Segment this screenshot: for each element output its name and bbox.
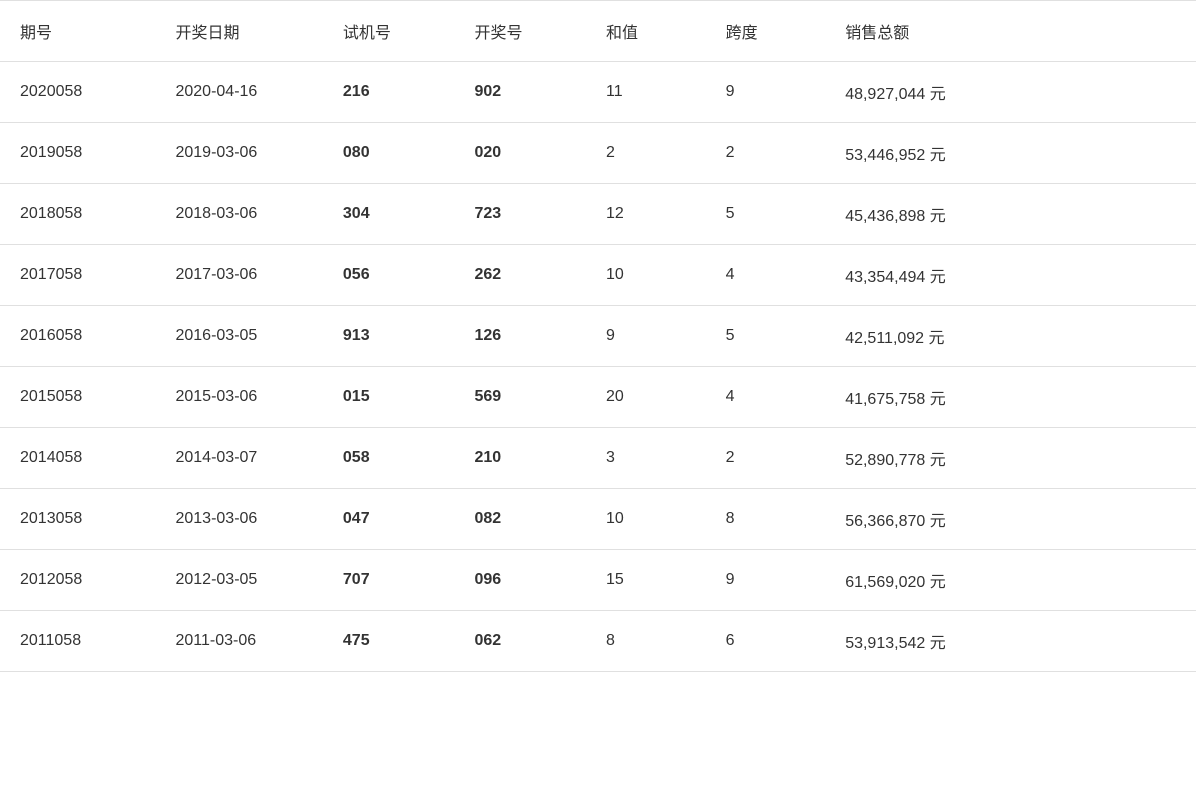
cell-kuadu: 8: [706, 489, 826, 550]
cell-hezhi: 10: [586, 245, 706, 306]
table-row: 20180582018-03-0630472312545,436,898 元: [0, 184, 1196, 245]
cell-sales: 53,446,952 元: [825, 123, 1196, 184]
cell-kaijang: 262: [454, 245, 586, 306]
cell-kuadu: 9: [706, 550, 826, 611]
cell-qihao: 2020058: [0, 62, 155, 123]
table-row: 20200582020-04-1621690211948,927,044 元: [0, 62, 1196, 123]
cell-kaijang: 126: [454, 306, 586, 367]
cell-shiji: 056: [323, 245, 455, 306]
cell-hezhi: 8: [586, 611, 706, 672]
cell-shiji: 047: [323, 489, 455, 550]
table-row: 20110582011-03-064750628653,913,542 元: [0, 611, 1196, 672]
cell-date: 2011-03-06: [155, 611, 322, 672]
cell-sales: 56,366,870 元: [825, 489, 1196, 550]
table-header-row: 期号 开奖日期 试机号 开奖号 和值 跨度 销售总额: [0, 1, 1196, 62]
header-qihao: 期号: [0, 1, 155, 62]
cell-kaijang: 020: [454, 123, 586, 184]
cell-date: 2020-04-16: [155, 62, 322, 123]
table-row: 20190582019-03-060800202253,446,952 元: [0, 123, 1196, 184]
table-row: 20140582014-03-070582103252,890,778 元: [0, 428, 1196, 489]
cell-shiji: 216: [323, 62, 455, 123]
cell-kaijang: 210: [454, 428, 586, 489]
cell-qihao: 2015058: [0, 367, 155, 428]
table-row: 20120582012-03-0570709615961,569,020 元: [0, 550, 1196, 611]
cell-kuadu: 5: [706, 306, 826, 367]
cell-hezhi: 2: [586, 123, 706, 184]
cell-sales: 52,890,778 元: [825, 428, 1196, 489]
cell-sales: 45,436,898 元: [825, 184, 1196, 245]
cell-shiji: 015: [323, 367, 455, 428]
cell-sales: 48,927,044 元: [825, 62, 1196, 123]
cell-qihao: 2012058: [0, 550, 155, 611]
cell-kaijang: 082: [454, 489, 586, 550]
cell-sales: 43,354,494 元: [825, 245, 1196, 306]
cell-sales: 61,569,020 元: [825, 550, 1196, 611]
cell-kuadu: 2: [706, 123, 826, 184]
cell-kuadu: 5: [706, 184, 826, 245]
cell-hezhi: 15: [586, 550, 706, 611]
cell-qihao: 2019058: [0, 123, 155, 184]
header-sales: 销售总额: [825, 1, 1196, 62]
cell-kaijang: 902: [454, 62, 586, 123]
cell-kaijang: 096: [454, 550, 586, 611]
cell-date: 2015-03-06: [155, 367, 322, 428]
cell-kaijang: 062: [454, 611, 586, 672]
table-row: 20150582015-03-0601556920441,675,758 元: [0, 367, 1196, 428]
cell-kaijang: 723: [454, 184, 586, 245]
cell-shiji: 080: [323, 123, 455, 184]
cell-qihao: 2011058: [0, 611, 155, 672]
cell-hezhi: 3: [586, 428, 706, 489]
cell-hezhi: 11: [586, 62, 706, 123]
cell-hezhi: 20: [586, 367, 706, 428]
header-kaijang: 开奖号: [454, 1, 586, 62]
cell-date: 2017-03-06: [155, 245, 322, 306]
cell-kuadu: 4: [706, 245, 826, 306]
cell-hezhi: 9: [586, 306, 706, 367]
cell-shiji: 058: [323, 428, 455, 489]
cell-kuadu: 9: [706, 62, 826, 123]
cell-date: 2014-03-07: [155, 428, 322, 489]
cell-date: 2019-03-06: [155, 123, 322, 184]
cell-date: 2012-03-05: [155, 550, 322, 611]
cell-hezhi: 10: [586, 489, 706, 550]
cell-kaijang: 569: [454, 367, 586, 428]
cell-qihao: 2018058: [0, 184, 155, 245]
cell-qihao: 2016058: [0, 306, 155, 367]
cell-sales: 41,675,758 元: [825, 367, 1196, 428]
cell-qihao: 2017058: [0, 245, 155, 306]
header-hezhi: 和值: [586, 1, 706, 62]
cell-qihao: 2014058: [0, 428, 155, 489]
table-row: 20160582016-03-059131269542,511,092 元: [0, 306, 1196, 367]
lottery-table-container: 期号 开奖日期 试机号 开奖号 和值 跨度 销售总额 20200582020-0…: [0, 0, 1196, 672]
cell-sales: 53,913,542 元: [825, 611, 1196, 672]
cell-date: 2013-03-06: [155, 489, 322, 550]
cell-hezhi: 12: [586, 184, 706, 245]
cell-kuadu: 2: [706, 428, 826, 489]
header-date: 开奖日期: [155, 1, 322, 62]
table-row: 20170582017-03-0605626210443,354,494 元: [0, 245, 1196, 306]
cell-date: 2016-03-05: [155, 306, 322, 367]
header-kuadu: 跨度: [706, 1, 826, 62]
cell-shiji: 475: [323, 611, 455, 672]
lottery-table: 期号 开奖日期 试机号 开奖号 和值 跨度 销售总额 20200582020-0…: [0, 0, 1196, 672]
cell-kuadu: 4: [706, 367, 826, 428]
table-row: 20130582013-03-0604708210856,366,870 元: [0, 489, 1196, 550]
cell-shiji: 707: [323, 550, 455, 611]
cell-shiji: 913: [323, 306, 455, 367]
header-shiji: 试机号: [323, 1, 455, 62]
cell-kuadu: 6: [706, 611, 826, 672]
cell-date: 2018-03-06: [155, 184, 322, 245]
cell-sales: 42,511,092 元: [825, 306, 1196, 367]
cell-shiji: 304: [323, 184, 455, 245]
cell-qihao: 2013058: [0, 489, 155, 550]
